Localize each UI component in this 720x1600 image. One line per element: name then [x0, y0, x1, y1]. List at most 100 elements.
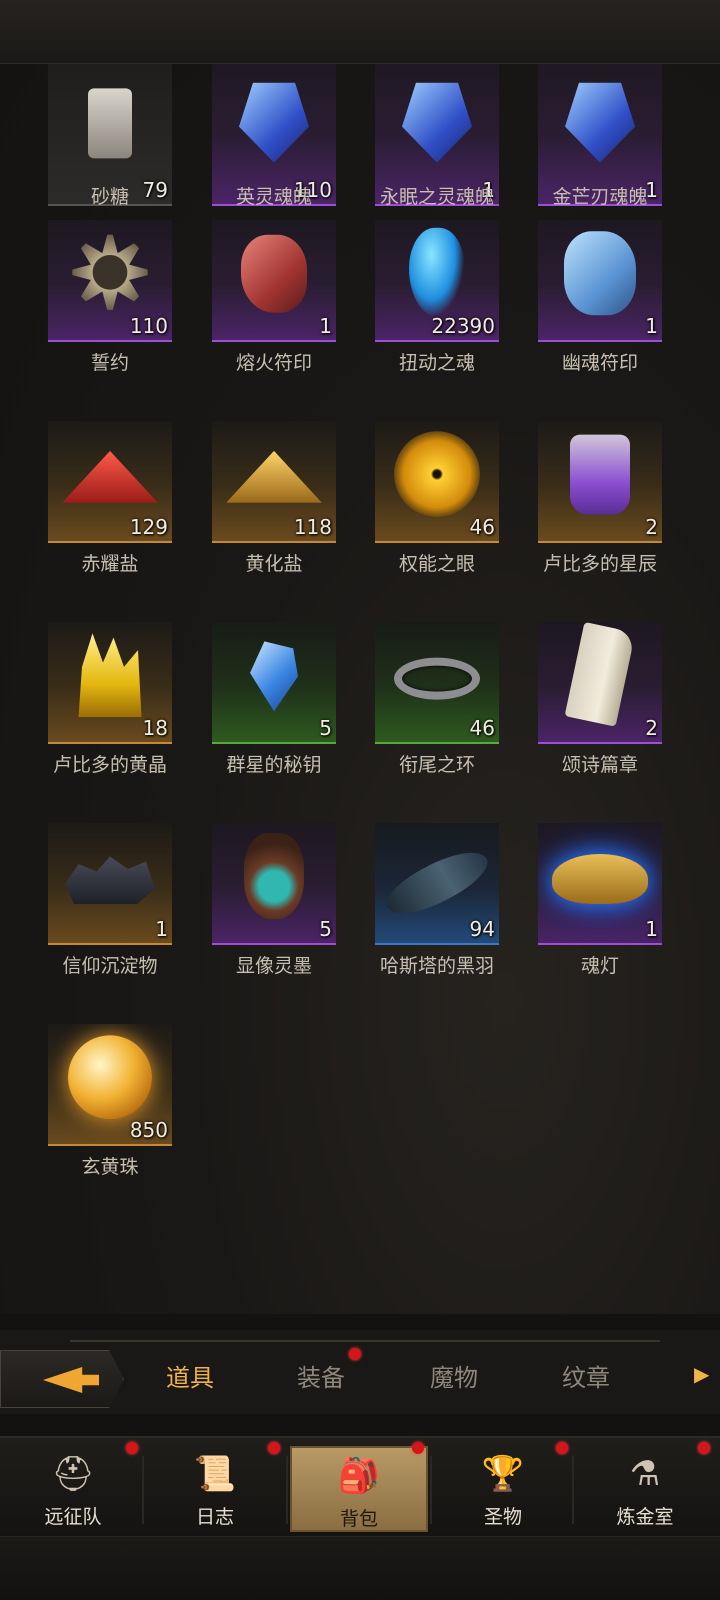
nav-item-4[interactable]: ⚗ 炼金室: [576, 1446, 714, 1532]
nav-separator: [430, 1456, 432, 1524]
nav-separator: [572, 1456, 574, 1524]
inventory-item[interactable]: 110 誓约: [16, 220, 176, 390]
item-name: 黄化盐: [245, 553, 303, 575]
item-tile[interactable]: 46: [375, 622, 499, 744]
inventory-item[interactable]: 5 显像灵墨: [180, 823, 340, 993]
item-name: 魂灯: [580, 955, 619, 977]
oath-star-badge-icon: [62, 224, 158, 321]
notification-dot: [412, 1442, 424, 1454]
item-count: 129: [129, 515, 168, 539]
item-tile[interactable]: 129: [48, 421, 172, 543]
nav-item-0[interactable]: ⛑ 远征队: [4, 1446, 142, 1532]
item-name: 哈斯塔的黑羽: [379, 955, 494, 977]
chevron-right-icon[interactable]: ▶: [694, 1362, 709, 1386]
eye-of-authority-icon: [394, 431, 480, 518]
item-count: 46: [469, 716, 495, 740]
item-count: 94: [469, 917, 495, 941]
backpack-icon: 🎒: [337, 1456, 381, 1496]
tab-0[interactable]: 道具: [166, 1358, 214, 1393]
nav-item-2[interactable]: 🎒 背包: [290, 1446, 428, 1532]
inventory-item[interactable]: 1 幽魂符印: [506, 220, 666, 390]
nav-label: 背包: [339, 1508, 378, 1530]
inventory-item[interactable]: 46 衔尾之环: [343, 622, 503, 792]
top-frame: [0, 0, 720, 64]
star-key-gem-icon: [250, 641, 298, 712]
inventory-item[interactable]: 46 权能之眼: [343, 421, 503, 591]
inventory-item[interactable]: 2 颂诗篇章: [506, 622, 666, 792]
item-name: 权能之眼: [398, 553, 475, 575]
item-tile[interactable]: 5: [212, 622, 336, 744]
notification-dot: [126, 1442, 138, 1454]
item-tile[interactable]: 22390: [375, 220, 499, 342]
item-tile[interactable]: 1: [212, 220, 336, 342]
nav-item-1[interactable]: 📜 日志: [146, 1446, 284, 1532]
inventory-item[interactable]: 1 魂灯: [506, 823, 666, 993]
item-name: 砂糖: [90, 186, 129, 208]
golden-orb-icon: [68, 1035, 152, 1120]
item-tile[interactable]: 94: [375, 823, 499, 945]
item-tile[interactable]: 1: [538, 220, 662, 342]
molten-fire-rune-icon: [241, 234, 307, 313]
ouroboros-ring-icon: [394, 657, 480, 700]
item-tile[interactable]: 46: [375, 421, 499, 543]
item-tile[interactable]: 1: [48, 823, 172, 945]
item-tile[interactable]: 110: [48, 220, 172, 342]
soul-lamp-icon: [552, 854, 648, 904]
inventory-grid[interactable]: 79 砂糖 110 英灵魂魄 1 永眠之灵魂魄 1 金芒刃魂魄 110 誓约 1 熔火符印 22390 扭…: [0, 64, 720, 1314]
alchemy-icon: ⚗: [629, 1454, 661, 1494]
inventory-item[interactable]: 850 玄黄珠: [16, 1024, 176, 1194]
nav-label: 炼金室: [616, 1506, 674, 1528]
item-name: 熔火符印: [235, 352, 312, 374]
item-tile[interactable]: 1: [538, 823, 662, 945]
tab-2[interactable]: 魔物: [430, 1358, 478, 1393]
red-salt-pile-icon: [62, 450, 158, 503]
nav-label: 日志: [195, 1506, 234, 1528]
item-name: 誓约: [90, 352, 129, 374]
item-tile[interactable]: 118: [212, 421, 336, 543]
nav-separator: [142, 1456, 144, 1524]
item-tile[interactable]: 2: [538, 421, 662, 543]
item-name: 金芒刃魂魄: [552, 186, 648, 208]
tab-3[interactable]: 纹章: [562, 1358, 610, 1393]
item-count: 850: [129, 1118, 168, 1142]
back-button[interactable]: [0, 1350, 124, 1408]
item-name: 显像灵墨: [235, 955, 312, 977]
item-name: 赤耀盐: [81, 553, 139, 575]
item-count: 118: [293, 515, 332, 539]
inventory-item[interactable]: 118 黄化盐: [180, 421, 340, 591]
inventory-item[interactable]: 94 哈斯塔的黑羽: [343, 823, 503, 993]
inventory-item[interactable]: 22390 扭动之魂: [343, 220, 503, 390]
viking-helmet-icon: ⛑: [51, 1454, 95, 1494]
bottom-navigation: ⛑ 远征队 📜 日志 🎒 背包 🏆 圣物 ⚗ 炼金室: [0, 1436, 720, 1536]
item-name: 玄黄珠: [81, 1156, 139, 1178]
inventory-item[interactable]: 18 卢比多的黄晶: [16, 622, 176, 792]
item-tile[interactable]: 2: [538, 622, 662, 744]
inventory-item[interactable]: 1 信仰沉淀物: [16, 823, 176, 993]
item-name: 颂诗篇章: [561, 754, 638, 776]
eternal-sleep-soul-crystal-icon: [402, 82, 472, 163]
inventory-item[interactable]: 2 卢比多的星辰: [506, 421, 666, 591]
nav-label: 远征队: [44, 1506, 102, 1528]
item-tile[interactable]: 850: [48, 1024, 172, 1146]
item-name: 卢比多的星辰: [542, 553, 657, 575]
nav-separator: [286, 1456, 288, 1524]
item-count: 1: [155, 917, 168, 941]
tab-1[interactable]: 装备: [297, 1358, 345, 1393]
inventory-item[interactable]: 5 群星的秘钥: [180, 622, 340, 792]
hero-soul-crystal-icon: [239, 82, 309, 163]
inventory-item[interactable]: 129 赤耀盐: [16, 421, 176, 591]
sugar-bottle-icon: [88, 88, 132, 159]
tab-divider: [70, 1340, 660, 1342]
inventory-item[interactable]: 1 熔火符印: [180, 220, 340, 390]
faith-sediment-rocks-icon: [65, 856, 155, 904]
hymn-scroll-icon: [564, 622, 636, 727]
item-count: 1: [645, 314, 658, 338]
item-name: 卢比多的黄晶: [52, 754, 167, 776]
item-count: 2: [645, 515, 658, 539]
item-tile[interactable]: 5: [212, 823, 336, 945]
item-name: 永眠之灵魂魄: [379, 186, 494, 208]
item-tile[interactable]: 18: [48, 622, 172, 744]
item-count: 46: [469, 515, 495, 539]
item-name: 衔尾之环: [398, 754, 475, 776]
nav-item-3[interactable]: 🏆 圣物: [434, 1446, 572, 1532]
